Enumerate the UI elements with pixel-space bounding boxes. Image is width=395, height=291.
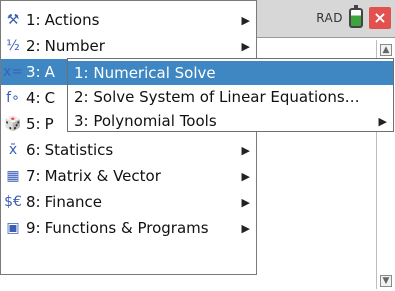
finance-icon: $€ xyxy=(4,194,22,210)
menu-item-statistics[interactable]: x̄ 6: Statistics ▶ xyxy=(1,137,256,163)
status-area: RAD × xyxy=(316,5,391,30)
statistics-icon: x̄ xyxy=(8,142,18,158)
calculus-icon: f∘ xyxy=(6,90,20,106)
menu-item-matrix-vector[interactable]: ▦ 7: Matrix & Vector ▶ xyxy=(1,163,256,189)
angle-mode-label: RAD xyxy=(316,11,343,25)
functions-icon: ▣ xyxy=(6,220,20,236)
chevron-right-icon: ▶ xyxy=(241,39,250,53)
chevron-right-icon: ▶ xyxy=(241,195,250,209)
matrix-icon: ▦ xyxy=(6,168,20,184)
number-icon: ½ xyxy=(6,38,20,54)
menu-item-functions-programs[interactable]: ▣ 9: Functions & Programs ▶ xyxy=(1,215,256,241)
scroll-down-icon[interactable]: ▼ xyxy=(380,275,392,287)
main-menu: ⚒ 1: Actions ▶ ½ 2: Number ▶ x= 3: A f∘ … xyxy=(0,0,257,275)
chevron-right-icon: ▶ xyxy=(241,221,250,235)
submenu-item-solve-system[interactable]: 2: Solve System of Linear Equations… xyxy=(68,85,393,109)
submenu-item-polynomial-tools[interactable]: 3: Polynomial Tools ▶ xyxy=(68,109,393,133)
scroll-up-icon[interactable]: ▲ xyxy=(380,44,392,56)
close-button[interactable]: × xyxy=(369,7,391,29)
menu-item-finance[interactable]: $€ 8: Finance ▶ xyxy=(1,189,256,215)
battery-icon xyxy=(349,5,363,28)
menu-item-actions[interactable]: ⚒ 1: Actions ▶ xyxy=(1,7,256,33)
tools-icon: ⚒ xyxy=(6,12,20,28)
chevron-right-icon: ▶ xyxy=(378,114,387,128)
algebra-icon: x= xyxy=(3,64,24,80)
menu-item-number[interactable]: ½ 2: Number ▶ xyxy=(1,33,256,59)
chevron-right-icon: ▶ xyxy=(241,143,250,157)
chevron-right-icon: ▶ xyxy=(241,169,250,183)
submenu: 1: Numerical Solve 2: Solve System of Li… xyxy=(67,58,394,132)
chevron-right-icon: ▶ xyxy=(241,13,250,27)
probability-icon: 🎲 xyxy=(4,116,22,132)
submenu-item-numerical-solve[interactable]: 1: Numerical Solve xyxy=(68,61,393,85)
